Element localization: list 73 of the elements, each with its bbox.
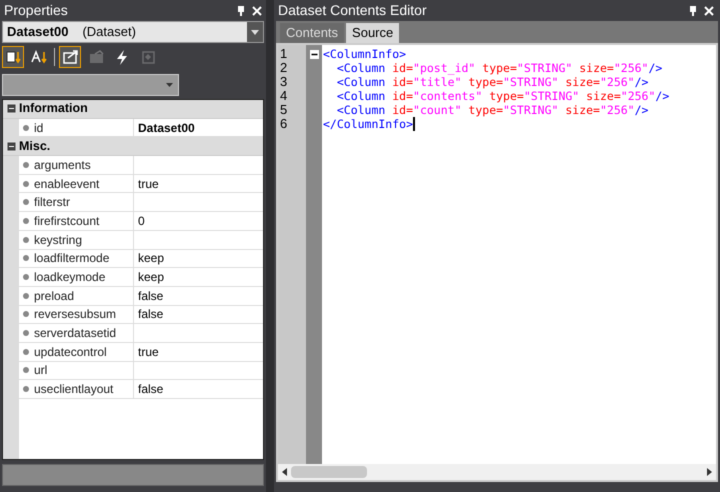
property-value-cell[interactable]: false — [134, 380, 263, 399]
scroll-right-icon — [707, 468, 712, 476]
line-number: 1 — [279, 47, 288, 61]
property-name: updatecontrol — [34, 344, 107, 361]
property-name: useclientlayout — [34, 381, 114, 398]
object-name: Dataset00 — [7, 23, 68, 42]
object-selector[interactable]: Dataset00 (Dataset) — [2, 21, 264, 43]
property-name: keystring — [34, 232, 82, 249]
property-name: firefirstcount — [34, 212, 100, 230]
line-number: 2 — [279, 61, 288, 75]
category-label: Information — [19, 100, 88, 118]
horizontal-scrollbar[interactable] — [278, 464, 716, 480]
tab[interactable]: Source — [346, 23, 400, 43]
property-name: id — [34, 120, 44, 137]
category-label: Misc. — [19, 138, 50, 155]
pin-icon — [688, 4, 698, 16]
toolbar-button[interactable] — [2, 46, 24, 68]
code-line: <Column id="count" type="STRING" size="256"/> — [336, 103, 650, 117]
property-name: arguments — [34, 156, 91, 174]
property-value-cell[interactable]: false — [134, 286, 263, 306]
property-name: filterstr — [34, 194, 70, 212]
scroll-left-icon — [282, 468, 287, 476]
toolbar-icon — [87, 48, 105, 66]
line-number: 6 — [279, 117, 288, 131]
property-name: enableevent — [34, 176, 100, 193]
property-value-cell[interactable]: keep — [134, 268, 263, 287]
code-line: <ColumnInfo> — [322, 47, 408, 61]
bullet-icon — [23, 348, 29, 355]
panel-title: Properties — [4, 1, 69, 20]
bullet-icon — [23, 199, 29, 206]
toolbar-icon — [30, 48, 48, 66]
code-line: </ColumnInfo> — [322, 117, 416, 131]
property-value-cell[interactable]: keep — [134, 250, 263, 268]
property-name: preload — [34, 288, 74, 305]
toolbar-button[interactable] — [59, 46, 81, 68]
code-line: <Column id="title" type="STRING" size="256"/> — [336, 75, 650, 89]
bullet-icon — [23, 311, 29, 318]
bullet-icon — [23, 386, 29, 392]
bullet-icon — [23, 124, 29, 131]
code-line: <Column id="post_id" type="STRING" size="256"/> — [336, 61, 664, 75]
bullet-icon — [23, 274, 29, 280]
line-number: 4 — [279, 89, 288, 103]
filter-dropdown[interactable] — [2, 74, 179, 96]
object-type: (Dataset) — [82, 23, 136, 42]
property-name: loadkeymode — [34, 269, 106, 286]
property-name: url — [34, 362, 48, 380]
bullet-icon — [23, 330, 29, 336]
close-icon — [704, 6, 714, 16]
property-name: loadfiltermode — [34, 250, 110, 268]
dropdown-arrow-icon — [166, 83, 173, 87]
panel-title: Dataset Contents Editor — [278, 1, 428, 20]
property-name: reversesubsum — [34, 306, 116, 324]
pin-icon — [236, 4, 246, 16]
tab[interactable]: Contents — [280, 23, 344, 43]
property-value-cell[interactable]: 0 — [134, 212, 263, 231]
property-value-cell[interactable]: false — [134, 306, 263, 324]
line-number: 5 — [279, 103, 288, 117]
dropdown-arrow-icon — [251, 30, 259, 34]
bullet-icon — [23, 367, 29, 374]
line-number: 3 — [279, 75, 288, 89]
code-line: <Column id="contents" type="STRING" size="256"/> — [336, 89, 670, 103]
toolbar-icon — [61, 48, 79, 66]
close-icon — [252, 6, 262, 16]
bullet-icon — [23, 292, 29, 299]
property-value-cell[interactable]: true — [134, 174, 263, 194]
bullet-icon — [23, 162, 29, 168]
property-value-cell[interactable]: true — [134, 342, 263, 362]
bullet-icon — [23, 255, 29, 262]
bullet-icon — [23, 218, 29, 224]
property-name: serverdatasetid — [34, 325, 116, 342]
bullet-icon — [23, 180, 29, 187]
text-cursor — [413, 117, 416, 131]
bullet-icon — [23, 236, 29, 243]
